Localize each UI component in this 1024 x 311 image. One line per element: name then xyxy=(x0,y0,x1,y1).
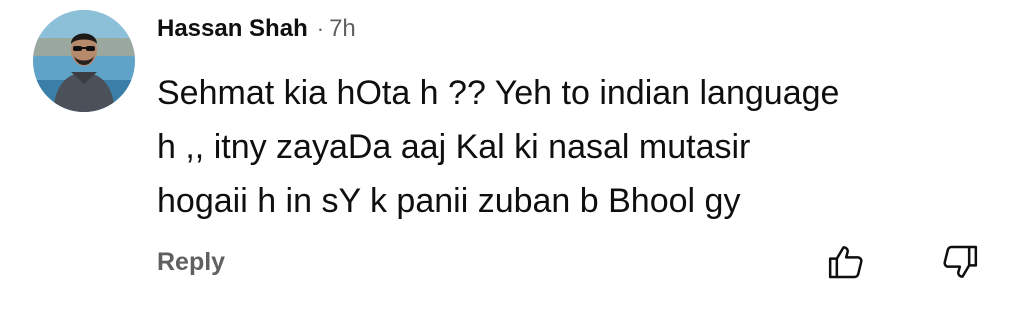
like-button[interactable] xyxy=(822,238,870,286)
comment-line: h ,, itny zayaDa aaj Kal ki nasal mutasi… xyxy=(157,128,751,166)
comment-card: Hassan Shah · 7h Sehmat kia hOta h ?? Ye… xyxy=(0,0,1024,311)
avatar-photo xyxy=(33,10,135,112)
author-name[interactable]: Hassan Shah xyxy=(157,15,308,43)
comment-text: Sehmat kia hOta h ?? Yeh to indian langu… xyxy=(157,66,997,228)
comment-header: Hassan Shah · 7h xyxy=(157,12,356,46)
comment-line: hogaii h in sY k panii zuban b Bhool gy xyxy=(157,182,741,220)
dislike-button[interactable] xyxy=(936,238,984,286)
thumbs-down-icon xyxy=(943,245,978,278)
thumbs-up-icon xyxy=(828,246,863,279)
header-separator: · xyxy=(316,16,325,41)
avatar[interactable] xyxy=(33,10,135,112)
comment-line: Sehmat kia hOta h ?? Yeh to indian langu… xyxy=(157,74,840,112)
comment-timestamp: 7h xyxy=(329,15,356,42)
reply-button[interactable]: Reply xyxy=(157,248,225,277)
